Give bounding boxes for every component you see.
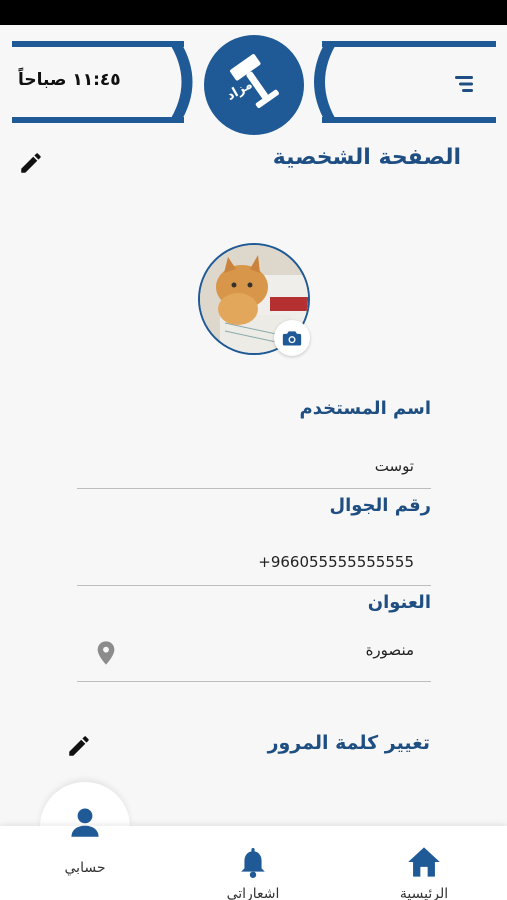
phone-label: رقم الجوال	[329, 495, 431, 516]
clock-time: ١١:٤٥ صباحاً	[18, 70, 121, 90]
address-label: العنوان	[367, 592, 431, 613]
nav-account[interactable]: حسابي	[50, 806, 120, 876]
nav-account-label: حسابي	[64, 860, 106, 876]
address-input[interactable]: منصورة	[366, 641, 414, 659]
camera-icon	[282, 331, 302, 346]
app-header: ١١:٤٥ صباحاً مزاد	[0, 25, 507, 145]
username-underline	[77, 488, 431, 489]
nav-home[interactable]: الرئيسية	[384, 846, 464, 900]
nav-home-label: الرئيسية	[399, 886, 449, 900]
change-password-label[interactable]: تغيير كلمة المرور	[268, 732, 430, 754]
menu-icon[interactable]	[453, 73, 477, 95]
phone-underline	[77, 585, 431, 586]
status-bar	[0, 0, 507, 25]
nav-notifications[interactable]: اشعاراتي	[218, 848, 288, 900]
phone-input[interactable]: +966055555555555	[258, 553, 414, 571]
bell-icon	[241, 848, 265, 878]
location-pin-icon[interactable]	[96, 640, 116, 666]
user-icon	[71, 808, 99, 837]
edit-password-icon[interactable]	[66, 733, 92, 759]
username-label: اسم المستخدم	[299, 398, 431, 419]
edit-profile-icon[interactable]	[18, 150, 44, 176]
username-input[interactable]: توست	[375, 457, 414, 475]
address-underline	[77, 681, 431, 682]
page-title: الصفحة الشخصية	[272, 145, 461, 170]
gavel-icon	[230, 54, 279, 108]
change-photo-button[interactable]	[274, 320, 310, 356]
nav-notifications-label: اشعاراتي	[226, 886, 280, 900]
home-icon	[408, 847, 440, 877]
app-logo: مزاد	[204, 35, 304, 135]
